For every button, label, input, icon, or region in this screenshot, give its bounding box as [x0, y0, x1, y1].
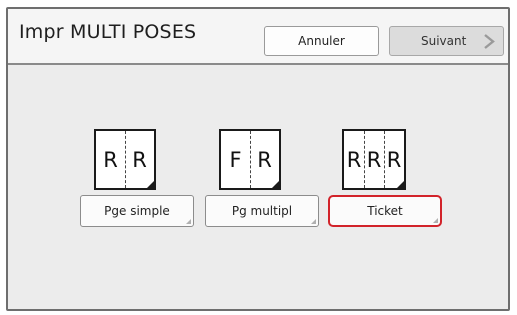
option-label: Pge simple [104, 204, 170, 218]
button-corner-icon [186, 219, 191, 224]
page-fold-icon [271, 180, 279, 188]
page-title: Impr MULTI POSES [19, 21, 197, 43]
next-button-label: Suivant [421, 34, 467, 48]
options-area: R R Pge simple F R Pg multipl R R R Tick… [8, 65, 508, 309]
option-ticket-button[interactable]: Ticket [328, 195, 442, 227]
option-pg-multipl-button[interactable]: Pg multipl [205, 195, 319, 227]
multi-poses-dialog: Impr MULTI POSES Annuler Suivant R R Pge… [6, 7, 510, 311]
preview-letter: F [229, 147, 242, 172]
option-label: Pg multipl [231, 204, 293, 218]
preview-letter: R [103, 147, 118, 172]
next-button[interactable]: Suivant [389, 26, 504, 56]
button-corner-icon [311, 219, 316, 224]
chevron-right-icon [484, 34, 495, 49]
preview-pge-simple: R R [94, 129, 156, 190]
preview-pg-multipl: F R [219, 129, 281, 190]
option-pge-simple-button[interactable]: Pge simple [80, 195, 194, 227]
option-label: Ticket [367, 204, 403, 218]
preview-ticket: R R R [342, 129, 406, 190]
page-fold-icon [146, 180, 154, 188]
dialog-header: Impr MULTI POSES Annuler Suivant [8, 9, 508, 65]
cancel-button[interactable]: Annuler [264, 26, 379, 56]
preview-letter: R [346, 147, 362, 172]
page-fold-icon [396, 180, 404, 188]
preview-letter: R [366, 147, 382, 172]
button-corner-icon [433, 218, 438, 223]
